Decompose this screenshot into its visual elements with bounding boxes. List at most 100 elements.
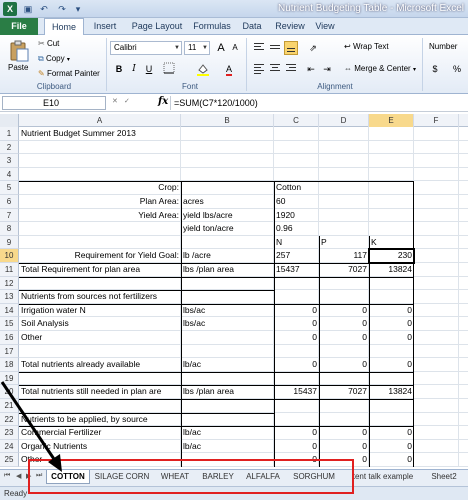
row-header-10[interactable]: 10 xyxy=(0,249,19,263)
tab-home[interactable]: Home xyxy=(44,18,84,36)
row-header-2[interactable]: 2 xyxy=(0,140,19,155)
font-name-combo[interactable]: Calibri ▼ xyxy=(110,41,182,55)
orientation-icon[interactable]: ⇗ xyxy=(306,41,320,55)
row-header-8[interactable]: 8 xyxy=(0,222,19,236)
cell-a7[interactable]: Yield Area: xyxy=(21,209,179,223)
formula-input[interactable]: =SUM(C7*120/1000) xyxy=(170,96,466,110)
cell-a13[interactable]: Nutrients from sources not fertilizers xyxy=(21,290,272,304)
row-header-12[interactable]: 12 xyxy=(0,276,19,291)
select-all-corner[interactable] xyxy=(0,114,19,127)
enter-icon[interactable]: ✓ xyxy=(124,97,130,105)
cell-b24[interactable]: lb/ac xyxy=(183,440,272,454)
tab-page-layout[interactable]: Page Layout xyxy=(126,18,188,35)
row-header-14[interactable]: 14 xyxy=(0,303,19,318)
excel-app-icon[interactable]: X xyxy=(3,2,17,16)
insert-function-button[interactable]: fx xyxy=(158,96,168,107)
cell-d16[interactable]: 0 xyxy=(321,331,367,345)
row-header-6[interactable]: 6 xyxy=(0,195,19,209)
cell-d18[interactable]: 0 xyxy=(321,358,367,372)
cell-c11[interactable]: 15437 xyxy=(276,263,317,277)
cell-c8[interactable]: 0.96 xyxy=(276,222,317,236)
cut-button[interactable]: ✂ Cut xyxy=(38,39,59,48)
cell-e14[interactable]: 0 xyxy=(371,304,412,318)
cell-c10[interactable]: 257 xyxy=(276,249,317,263)
cell-c18[interactable]: 0 xyxy=(276,358,317,372)
cell-c24[interactable]: 0 xyxy=(276,440,317,454)
row-header-3[interactable]: 3 xyxy=(0,154,19,168)
cell-e10[interactable]: 230 xyxy=(371,249,412,263)
cell-b10[interactable]: lb /acre xyxy=(183,249,272,263)
cell-a1[interactable]: Nutrient Budget Summer 2013 xyxy=(21,127,272,141)
decrease-indent-icon[interactable]: ⇤ xyxy=(304,62,318,76)
underline-button[interactable]: U xyxy=(142,62,156,76)
row-header-9[interactable]: 9 xyxy=(0,235,19,250)
fill-color-icon[interactable] xyxy=(196,62,210,76)
cell-d23[interactable]: 0 xyxy=(321,426,367,440)
cell-b7[interactable]: yield lbs/acre xyxy=(183,209,272,223)
cancel-icon[interactable]: ✕ xyxy=(112,97,118,105)
cell-b18[interactable]: lb/ac xyxy=(183,358,272,372)
font-color-button[interactable]: A xyxy=(222,62,236,76)
grow-font-button[interactable]: A xyxy=(214,41,228,55)
increase-indent-icon[interactable]: ⇥ xyxy=(320,62,334,76)
tab-insert[interactable]: Insert xyxy=(88,18,122,35)
percent-button[interactable]: % xyxy=(450,62,464,76)
cell-c7[interactable]: 1920 xyxy=(276,209,317,223)
cell-e23[interactable]: 0 xyxy=(371,426,412,440)
format-painter-button[interactable]: ✎ Format Painter xyxy=(38,69,100,78)
redo-icon[interactable]: ↷ xyxy=(56,3,68,15)
row-header-15[interactable]: 15 xyxy=(0,317,19,331)
tab-data[interactable]: Data xyxy=(238,18,266,35)
cell-d20[interactable]: 7027 xyxy=(321,385,367,399)
column-header-f[interactable]: F xyxy=(414,114,459,127)
tab-formulas[interactable]: Formulas xyxy=(190,18,234,35)
align-left-icon[interactable] xyxy=(252,62,266,76)
align-bottom-icon[interactable] xyxy=(284,41,298,55)
tab-view[interactable]: View xyxy=(312,18,338,35)
column-header-d[interactable]: D xyxy=(319,114,369,127)
align-top-icon[interactable] xyxy=(252,41,266,55)
cell-d9[interactable]: P xyxy=(321,236,367,250)
cell-a6[interactable]: Plan Area: xyxy=(21,195,179,209)
customize-toolbar-icon[interactable]: ▾ xyxy=(72,3,84,15)
cell-a10[interactable]: Requirement for Yield Goal: xyxy=(21,249,179,263)
row-header-11[interactable]: 11 xyxy=(0,263,19,277)
row-header-1[interactable]: 1 xyxy=(0,127,19,141)
cell-e18[interactable]: 0 xyxy=(371,358,412,372)
cell-d14[interactable]: 0 xyxy=(321,304,367,318)
cell-e25[interactable]: 0 xyxy=(371,453,412,467)
cell-c6[interactable]: 60 xyxy=(276,195,317,209)
column-header-a[interactable]: A xyxy=(19,114,181,127)
cell-e11[interactable]: 13824 xyxy=(371,263,412,277)
align-center-icon[interactable] xyxy=(268,62,282,76)
cell-b23[interactable]: lb/ac xyxy=(183,426,272,440)
cell-e20[interactable]: 13824 xyxy=(371,385,412,399)
sheet-tab-sheet2[interactable]: Sheet2 xyxy=(424,470,464,484)
align-right-icon[interactable] xyxy=(284,62,298,76)
undo-icon[interactable]: ↶ xyxy=(38,3,50,15)
name-box[interactable]: E10 xyxy=(2,96,106,110)
cell-c5[interactable]: Cotton xyxy=(276,181,317,195)
cell-a16[interactable]: Other xyxy=(21,331,272,345)
cell-d11[interactable]: 7027 xyxy=(321,263,367,277)
currency-button[interactable]: $ xyxy=(428,62,442,76)
paste-icon[interactable] xyxy=(8,40,30,62)
borders-icon[interactable] xyxy=(162,62,176,76)
tab-review[interactable]: Review xyxy=(272,18,308,35)
bold-button[interactable]: B xyxy=(112,62,126,76)
row-header-17[interactable]: 17 xyxy=(0,344,19,359)
cell-e16[interactable]: 0 xyxy=(371,331,412,345)
copy-button[interactable]: ⧉ Copy ▾ xyxy=(38,54,70,64)
cell-a5[interactable]: Crop: xyxy=(21,181,179,195)
cell-c14[interactable]: 0 xyxy=(276,304,317,318)
cell-c20[interactable]: 15437 xyxy=(276,385,317,399)
merge-center-button[interactable]: ⇔ Merge & Center ▾ xyxy=(344,64,416,73)
cell-e9[interactable]: K xyxy=(371,236,412,250)
row-header-16[interactable]: 16 xyxy=(0,331,19,345)
row-header-18[interactable]: 18 xyxy=(0,358,19,372)
column-header-e[interactable]: E xyxy=(369,114,414,127)
row-header-7[interactable]: 7 xyxy=(0,208,19,223)
cell-b14[interactable]: lbs/ac xyxy=(183,304,272,318)
tab-file[interactable]: File xyxy=(0,18,38,35)
font-size-combo[interactable]: 11 ▼ xyxy=(184,41,210,55)
